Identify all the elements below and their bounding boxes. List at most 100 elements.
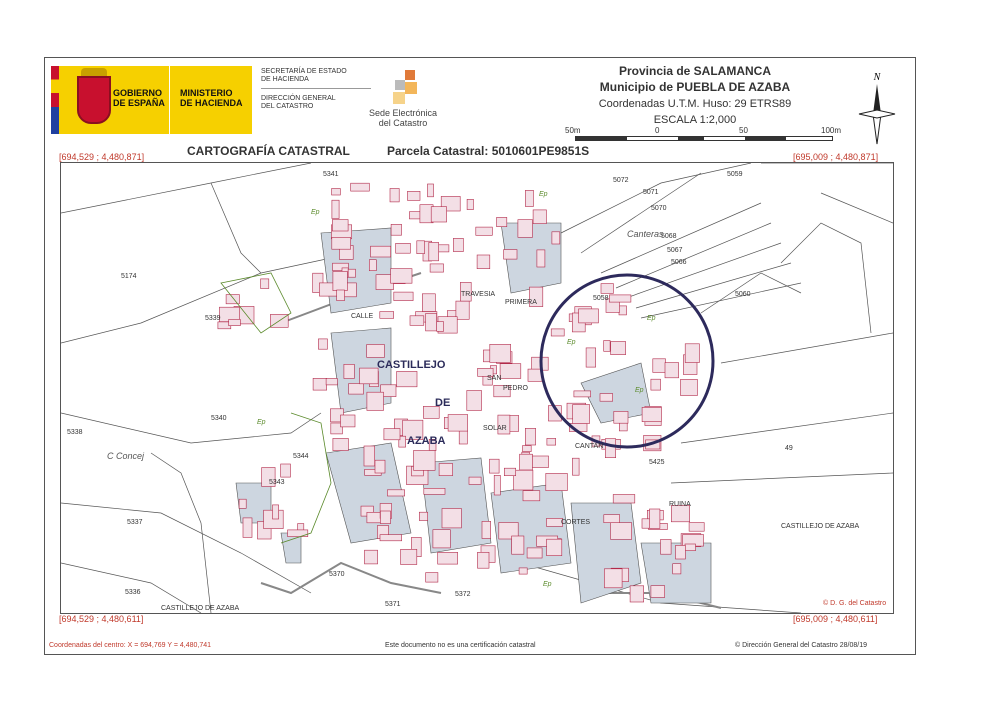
gov-text: GOBIERNO DE ESPAÑA	[113, 88, 165, 108]
sede-text: Sede Electrónica del Catastro	[363, 108, 443, 128]
street-primera: PRIMERA	[505, 299, 537, 306]
sec-estado-1: SECRETARÍA DE ESTADO	[261, 68, 347, 75]
street-solar: SOLAR	[483, 425, 507, 432]
parcel-5067: 5067	[667, 247, 683, 254]
castillejo-bottom-label: CASTILLEJO DE AZABA	[161, 605, 240, 612]
building	[436, 321, 444, 332]
street-cantan: CANTAN	[575, 443, 604, 450]
parcel-5338: 5338	[67, 429, 83, 436]
parcel-5058: 5058	[593, 295, 609, 302]
building	[423, 487, 446, 495]
sec-estado: SECRETARÍA DE ESTADO DE HACIENDA	[261, 68, 371, 89]
scale-seg	[678, 137, 704, 140]
building	[272, 504, 279, 520]
building	[409, 315, 425, 326]
sede-line2: del Catastro	[378, 118, 428, 128]
parcel-5340: 5340	[211, 415, 227, 422]
building	[629, 585, 644, 603]
provincia-title: Provincia de SALAMANCA	[618, 64, 772, 78]
parcel-5370: 5370	[329, 571, 345, 578]
corner-bottom-right: [695,009 ; 4,480,611]	[793, 614, 878, 624]
gov-line2: DE ESPAÑA	[113, 98, 165, 108]
copyright: © Dirección General del Catastro 28/08/1…	[735, 642, 868, 649]
building	[603, 340, 611, 352]
building	[493, 474, 501, 496]
building	[527, 368, 543, 382]
parcel-5344: 5344	[293, 453, 309, 460]
building	[336, 289, 345, 301]
street-cortes: CORTES	[561, 519, 591, 526]
building	[466, 390, 482, 411]
parcel-5070: 5070	[651, 205, 667, 212]
secretaria-block: SECRETARÍA DE ESTADO DE HACIENDA DIRECCI…	[261, 68, 371, 111]
place-canteras: Canteras	[627, 229, 664, 239]
building	[618, 305, 627, 316]
building	[332, 271, 348, 291]
building	[418, 511, 428, 521]
ep-label: Ep	[647, 315, 656, 322]
building	[347, 268, 356, 278]
scale-bar	[575, 136, 833, 141]
building	[368, 259, 377, 271]
sede-logo-icon	[393, 70, 417, 104]
building	[393, 291, 414, 301]
building	[664, 362, 679, 379]
dir-general-2: DEL CATASTRO	[261, 103, 314, 110]
building	[650, 585, 666, 598]
building	[242, 517, 253, 538]
building	[380, 510, 391, 524]
building	[481, 521, 491, 539]
corner-bottom-left: [694,529 ; 4,480,611]	[59, 614, 144, 624]
building	[522, 445, 532, 452]
ep-label: Ep	[635, 387, 644, 394]
building	[287, 529, 309, 537]
building	[366, 344, 385, 358]
dir-general: DIRECCIÓN GENERAL DEL CATASTRO	[261, 95, 371, 111]
building	[476, 254, 491, 269]
building	[603, 514, 620, 524]
street-calle: CALLE	[351, 313, 374, 320]
street-travesia: TRAVESIA	[461, 291, 496, 298]
building	[641, 407, 662, 423]
building	[438, 463, 453, 476]
flag-strip-icon	[51, 66, 59, 134]
street-pedro: PEDRO	[503, 385, 528, 392]
building	[680, 379, 698, 396]
center-coordinates: Coordenadas del centro: X = 694,769 Y = …	[49, 642, 212, 649]
building	[475, 226, 493, 236]
north-arrow-icon: N	[858, 72, 896, 145]
building	[503, 249, 518, 260]
scale-label-50: 50	[739, 126, 748, 135]
building	[604, 438, 616, 459]
building	[374, 459, 386, 474]
parcel-5336: 5336	[125, 589, 141, 596]
building	[428, 242, 439, 262]
building	[395, 243, 411, 254]
ep-label: Ep	[567, 339, 576, 346]
building	[453, 238, 464, 252]
building	[359, 367, 379, 385]
municipio-title: Municipio de PUEBLA DE AZABA	[599, 80, 791, 94]
building	[513, 469, 534, 491]
castillejo-label: CASTILLEJO DE AZABA	[781, 523, 860, 530]
parcel-5425: 5425	[649, 459, 665, 466]
building	[350, 182, 370, 192]
building	[348, 383, 364, 395]
building	[599, 393, 613, 402]
building	[429, 263, 444, 273]
building	[379, 311, 394, 319]
dg-catastro-credit: © D. G. del Catastro	[823, 600, 887, 607]
town-label-2: DE	[435, 397, 451, 409]
building	[684, 343, 700, 363]
cadastral-map[interactable]: 5341 5174 5339 5340 5338 5337 5336 5344 …	[60, 162, 894, 614]
building	[573, 390, 591, 398]
parcel-5066: 5066	[671, 259, 687, 266]
building	[407, 190, 421, 201]
gov-line1: GOBIERNO	[113, 88, 163, 98]
place-concej: C Concej	[107, 451, 145, 461]
building	[260, 278, 270, 289]
parcel-5059: 5059	[727, 171, 743, 178]
building	[455, 300, 470, 320]
building	[370, 245, 392, 258]
building	[578, 308, 599, 324]
